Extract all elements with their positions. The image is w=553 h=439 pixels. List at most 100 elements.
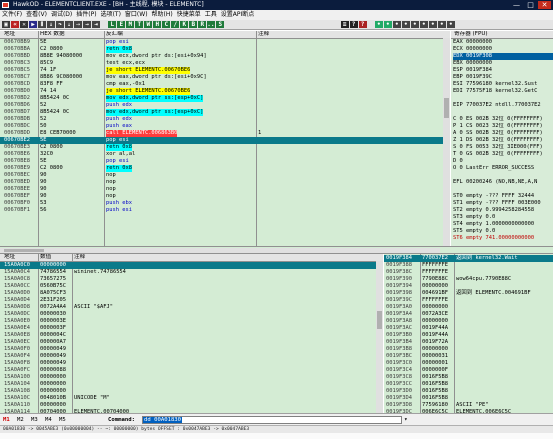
- register-line[interactable]: [453, 109, 553, 116]
- plugin-icon-6[interactable]: •: [419, 21, 428, 28]
- stack-row[interactable]: 0019F3D8 77596180 ASCII "PE": [384, 402, 553, 409]
- menu-window[interactable]: 窗口(W): [123, 10, 150, 20]
- disassembly-row[interactable]: 00670BEF 90 nop: [0, 193, 443, 200]
- register-line[interactable]: ST1 empty -??? FFFF 003E000: [453, 200, 553, 207]
- stack-row[interactable]: 0019F3A8 00000000: [384, 318, 553, 325]
- register-line[interactable]: ECX 00000000: [453, 46, 553, 53]
- dump-row[interactable]: 15A0A0DC 00000030: [0, 311, 376, 318]
- dump-row[interactable]: 15A0A0D0 8A075CF3: [0, 290, 376, 297]
- disassembly-row[interactable]: 00670BD2 8B5424 0C mov edx,dword ptr ss:[e…: [0, 95, 443, 102]
- stack-row[interactable]: 0019F388 FFFFFFFE: [384, 262, 553, 269]
- close-button[interactable]: ✕: [538, 1, 551, 9]
- dump-col-address[interactable]: 地址: [4, 254, 15, 261]
- disassembly-row[interactable]: 00670BDD E8 CEB70000 call ELEMENTC.006863B…: [0, 130, 443, 137]
- menu-api-breakpoint[interactable]: 设置API断点: [219, 10, 257, 20]
- stack-row[interactable]: 0019F3B4 0019F72A: [384, 339, 553, 346]
- disassembly-row[interactable]: 00670BD7 8B5424 0C mov edx,dword ptr ss:[e…: [0, 109, 443, 116]
- stack-row[interactable]: 0019F38C FFFFFFFE: [384, 269, 553, 276]
- toolbar-letter-button[interactable]: K: [180, 21, 189, 28]
- disassembly-row[interactable]: 00670BF1 56 push esi: [0, 207, 443, 214]
- dump-row[interactable]: 15A0A0E4 0000003F: [0, 325, 376, 332]
- disassembly-row[interactable]: 00670BCD 83F8 FF cmp eax,-0x1: [0, 81, 443, 88]
- minimize-button[interactable]: —: [510, 1, 523, 9]
- disassembly-row[interactable]: 00670BE2 5E pop esi: [0, 137, 443, 144]
- plugin-icon-9[interactable]: •: [446, 21, 455, 28]
- command-input[interactable]: dd 00A01830: [142, 416, 402, 424]
- stack-row[interactable]: 0019F3C0 00000001: [384, 360, 553, 367]
- dump-row[interactable]: 15A0A0D4 2E31F205: [0, 297, 376, 304]
- disassembly-row[interactable]: 00670BBD 8B8E 94080000 mov ecx,dword ptr d…: [0, 53, 443, 60]
- dump-row[interactable]: 15A0A0C8 73657275: [0, 276, 376, 283]
- dump-pane[interactable]: 地址 数值 注释 15A0A0C0 00000000 15A0A0C4 7478655…: [0, 254, 383, 413]
- col-address-header[interactable]: 地址: [4, 31, 15, 38]
- register-line[interactable]: C 0 ES 002B 32位 0(FFFFFFFF): [453, 116, 553, 123]
- col-comment-header[interactable]: 注释: [258, 31, 269, 38]
- plugin-icon-1[interactable]: •: [374, 21, 383, 28]
- register-line[interactable]: ST3 empty 0.0: [453, 214, 553, 221]
- stack-row[interactable]: 0019F3B8 00000000: [384, 346, 553, 353]
- disassembly-row[interactable]: 00670BEE 90 nop: [0, 186, 443, 193]
- disassembly-row[interactable]: 00670BED 90 nop: [0, 179, 443, 186]
- dump-row[interactable]: 15A0A0E0 0000003E: [0, 318, 376, 325]
- register-line[interactable]: [453, 95, 553, 102]
- toolbar-letter-button[interactable]: R: [198, 21, 207, 28]
- disassembly-row[interactable]: 00670BDB 52 push edx: [0, 116, 443, 123]
- stack-row[interactable]: 0019F398 004691BF 返回到 ELEMENTC.004691BF: [384, 290, 553, 297]
- register-line[interactable]: Z 1 DS 002B 32位 0(FFFFFFFF): [453, 137, 553, 144]
- disassembly-row[interactable]: 00670BC7 8B86 9C080000 mov eax,dword ptr d…: [0, 74, 443, 81]
- step-over-icon[interactable]: ↷: [56, 21, 64, 28]
- menu-view[interactable]: 查看(V): [24, 10, 49, 20]
- dump-row[interactable]: 15A0A0F0 00000049: [0, 346, 376, 353]
- registers-pane[interactable]: 寄存器 (FPU) EAX 00000000 ECX 00000000 EDX 00…: [451, 31, 553, 246]
- menu-options[interactable]: 选项(T): [99, 10, 123, 20]
- dump-row[interactable]: 15A0A0D8 0072A4A4 ASCII "$AFJ": [0, 304, 376, 311]
- dump-col-comment[interactable]: 注释: [74, 254, 85, 261]
- register-line[interactable]: ST0 empty -??? FFFF 32444: [453, 193, 553, 200]
- register-line[interactable]: O 0 LastErr ERROR_SUCCESS: [453, 165, 553, 172]
- dump-row[interactable]: 15A0A0F4 00000049: [0, 353, 376, 360]
- register-line[interactable]: S 0 FS 0053 32位 3IE000(FFF): [453, 144, 553, 151]
- options-icon[interactable]: ?: [349, 21, 358, 28]
- stack-row[interactable]: 0019F3C4 0000000F: [384, 367, 553, 374]
- dump-row[interactable]: 15A0A110 00000000: [0, 402, 376, 409]
- dump-scrollbar[interactable]: [376, 261, 383, 413]
- stack-pane[interactable]: 0019F384 770037E2 返回到 kernel32.Wait 0019F38…: [384, 254, 553, 413]
- dump-row[interactable]: 15A0A104 00000000: [0, 381, 376, 388]
- register-line[interactable]: ST4 empty 1.0000000000000: [453, 221, 553, 228]
- open-icon[interactable]: ▣: [2, 21, 10, 28]
- register-line[interactable]: ESI 77596180 kernel32.Sust: [453, 81, 553, 88]
- toolbar-letter-button[interactable]: L: [108, 21, 117, 28]
- register-line[interactable]: ST5 empty 0.0: [453, 228, 553, 235]
- register-line[interactable]: [453, 186, 553, 193]
- register-line[interactable]: ESP 0019F384: [453, 67, 553, 74]
- register-line[interactable]: EBP 0019F39C: [453, 74, 553, 81]
- run-icon[interactable]: ▶: [29, 21, 37, 28]
- toolbar-letter-button[interactable]: M: [126, 21, 135, 28]
- stack-row[interactable]: 0019F3BC 00000031: [384, 353, 553, 360]
- dump-row[interactable]: 15A0A0CC 0560B75C: [0, 283, 376, 290]
- register-line[interactable]: [453, 172, 553, 179]
- disassembly-hscroll[interactable]: [0, 248, 440, 253]
- menu-file[interactable]: 文件(F): [0, 10, 24, 20]
- disassembly-row[interactable]: 00670BBA C2 0800 retn 0x8: [0, 46, 443, 53]
- toolbar-letter-button[interactable]: W: [144, 21, 153, 28]
- toolbar-letter-button[interactable]: B: [189, 21, 198, 28]
- stack-row[interactable]: 0019F3D0 0016F5B8: [384, 388, 553, 395]
- disassembly-row[interactable]: 00670BE9 C2 0800 retn 0x8: [0, 165, 443, 172]
- dump-row[interactable]: 15A0A0C0 00000000: [0, 262, 376, 269]
- register-line[interactable]: P 1 CS 0023 32位 0(FFFFFFFF): [453, 123, 553, 130]
- register-line[interactable]: EBX 00000000: [453, 60, 553, 67]
- stack-row[interactable]: 0019F3D4 0016F5B8: [384, 395, 553, 402]
- dump-row[interactable]: 15A0A0F8 00000049: [0, 360, 376, 367]
- menu-shortcut[interactable]: 快捷菜单: [175, 10, 203, 20]
- toolbar-letter-button[interactable]: H: [153, 21, 162, 28]
- toolbar-letter-button[interactable]: C: [162, 21, 171, 28]
- register-line[interactable]: T 0 GS 002B 32位 0(FFFFFFFF): [453, 151, 553, 158]
- go-to-icon[interactable]: ⇥: [92, 21, 100, 28]
- menu-debug[interactable]: 调试(D): [49, 10, 74, 20]
- maximize-button[interactable]: □: [524, 1, 537, 9]
- dump-row[interactable]: 15A0A0FC 00000088: [0, 367, 376, 374]
- dump-row[interactable]: 15A0A0C4 74786554 wininet.74786554: [0, 269, 376, 276]
- disassembly-row[interactable]: 00670BF0 53 push ebx: [0, 200, 443, 207]
- menu-help[interactable]: 帮助(H): [150, 10, 175, 20]
